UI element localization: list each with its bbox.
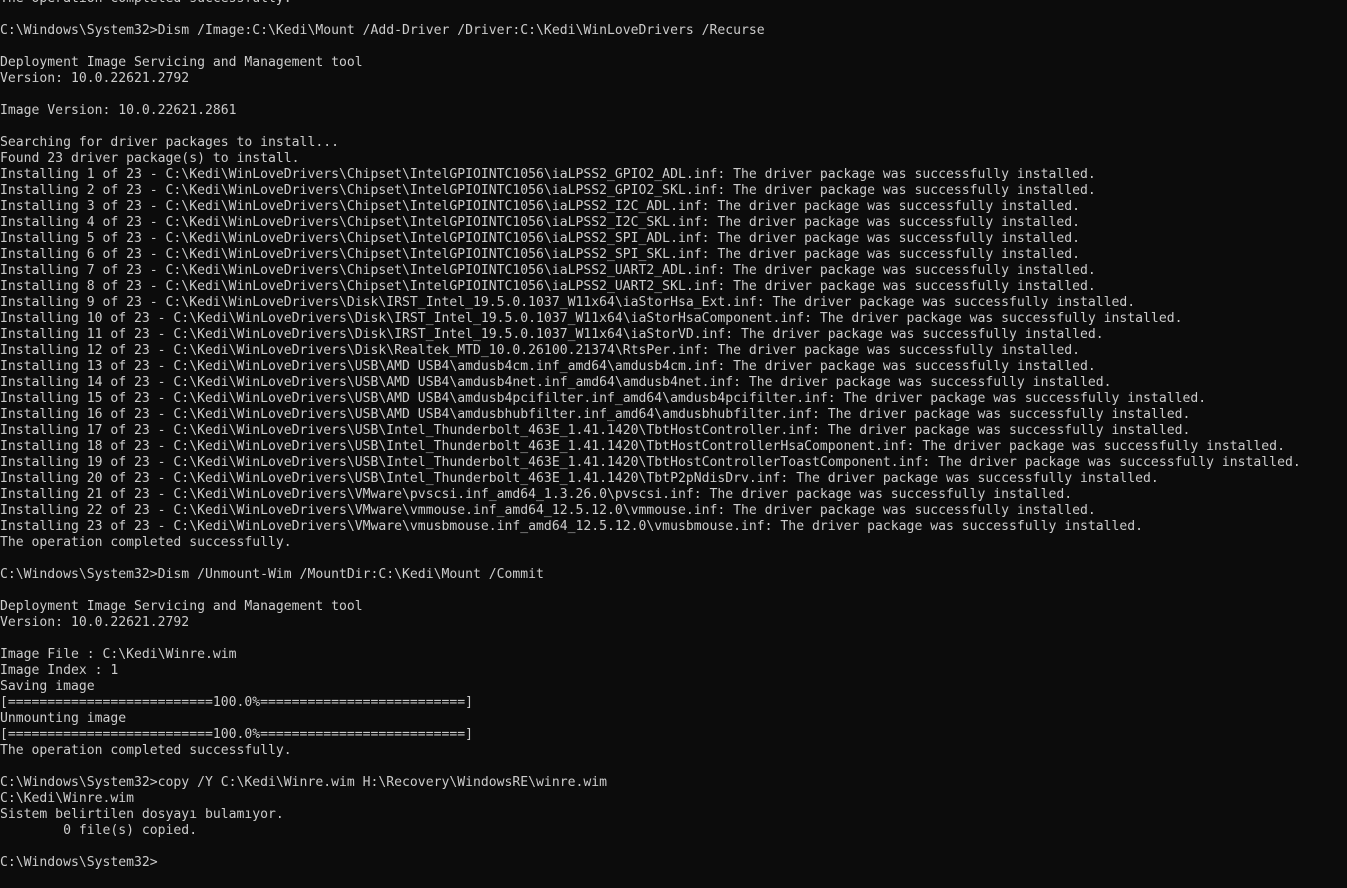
terminal-line: Installing 6 of 23 - C:\Kedi\WinLoveDriv… — [0, 247, 1080, 262]
terminal-line: Installing 4 of 23 - C:\Kedi\WinLoveDriv… — [0, 215, 1080, 230]
terminal-line: Installing 23 of 23 - C:\Kedi\WinLoveDri… — [0, 519, 1144, 534]
terminal-line: The operation completed successfully. — [0, 743, 292, 758]
terminal-line: C:\Windows\System32>Dism /Unmount-Wim /M… — [0, 567, 544, 582]
terminal-line: C:\Windows\System32>copy /Y C:\Kedi\Winr… — [0, 775, 607, 790]
terminal-line: Installing 17 of 23 - C:\Kedi\WinLoveDri… — [0, 423, 1191, 438]
terminal-line: Deployment Image Servicing and Managemen… — [0, 55, 363, 70]
terminal-line: [==========================100.0%=======… — [0, 695, 473, 710]
terminal-line: Installing 7 of 23 - C:\Kedi\WinLoveDriv… — [0, 263, 1096, 278]
terminal-line: Installing 19 of 23 - C:\Kedi\WinLoveDri… — [0, 455, 1301, 470]
terminal-line: Installing 20 of 23 - C:\Kedi\WinLoveDri… — [0, 471, 1159, 486]
terminal-line: Image File : C:\Kedi\Winre.wim — [0, 647, 237, 662]
terminal-line: 0 file(s) copied. — [0, 823, 198, 838]
terminal-line: Version: 10.0.22621.2792 — [0, 615, 190, 630]
terminal-line: C:\Windows\System32>Dism /Image:C:\Kedi\… — [0, 23, 765, 38]
terminal-line: Installing 11 of 23 - C:\Kedi\WinLoveDri… — [0, 327, 1104, 342]
terminal-line: Unmounting image — [0, 711, 127, 726]
terminal-line: Image Version: 10.0.22621.2861 — [0, 103, 237, 118]
terminal-line: Version: 10.0.22621.2792 — [0, 71, 190, 86]
terminal-line: Installing 14 of 23 - C:\Kedi\WinLoveDri… — [0, 375, 1112, 390]
terminal-output[interactable]: The operation completed successfully. C:\… — [0, 0, 1347, 888]
terminal-line: The operation completed successfully. — [0, 535, 292, 550]
terminal-line: Installing 22 of 23 - C:\Kedi\WinLoveDri… — [0, 503, 1096, 518]
terminal-line: Installing 13 of 23 - C:\Kedi\WinLoveDri… — [0, 359, 1096, 374]
terminal-line: The operation completed successfully. — [0, 0, 1347, 7]
terminal-line: Installing 12 of 23 - C:\Kedi\WinLoveDri… — [0, 343, 1080, 358]
terminal-line: Installing 10 of 23 - C:\Kedi\WinLoveDri… — [0, 311, 1183, 326]
terminal-line: Installing 3 of 23 - C:\Kedi\WinLoveDriv… — [0, 199, 1080, 214]
terminal-line: Installing 8 of 23 - C:\Kedi\WinLoveDriv… — [0, 279, 1096, 294]
terminal-line: Installing 9 of 23 - C:\Kedi\WinLoveDriv… — [0, 295, 1136, 310]
terminal-line: C:\Windows\System32> — [0, 855, 158, 870]
terminal-line: Installing 18 of 23 - C:\Kedi\WinLoveDri… — [0, 439, 1285, 454]
terminal-line: Found 23 driver package(s) to install. — [0, 151, 300, 166]
terminal-line: Image Index : 1 — [0, 663, 119, 678]
terminal-line: Installing 21 of 23 - C:\Kedi\WinLoveDri… — [0, 487, 1073, 502]
terminal-line: Installing 16 of 23 - C:\Kedi\WinLoveDri… — [0, 407, 1191, 422]
terminal-line: Installing 15 of 23 - C:\Kedi\WinLoveDri… — [0, 391, 1207, 406]
terminal-line: Deployment Image Servicing and Managemen… — [0, 599, 363, 614]
terminal-line: Installing 5 of 23 - C:\Kedi\WinLoveDriv… — [0, 231, 1080, 246]
terminal-line: Installing 1 of 23 - C:\Kedi\WinLoveDriv… — [0, 167, 1096, 182]
terminal-line: Searching for driver packages to install… — [0, 135, 339, 150]
terminal-line: Installing 2 of 23 - C:\Kedi\WinLoveDriv… — [0, 183, 1096, 198]
terminal-line: C:\Kedi\Winre.wim — [0, 791, 135, 806]
terminal-line: Sistem belirtilen dosyayı bulamıyor. — [0, 807, 284, 822]
terminal-line: [==========================100.0%=======… — [0, 727, 473, 742]
terminal-line: Saving image — [0, 679, 95, 694]
